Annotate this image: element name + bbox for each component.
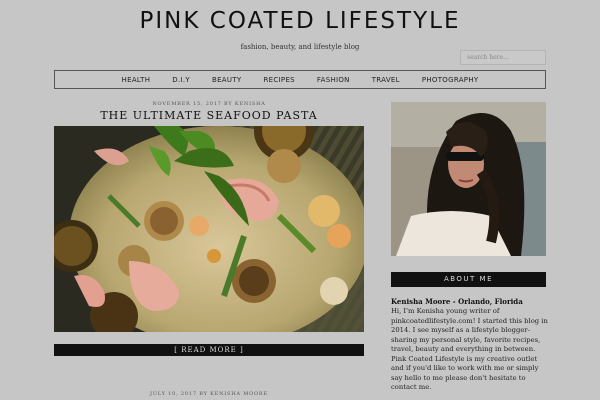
post-featured-image[interactable] xyxy=(54,126,364,332)
nav-item-photography[interactable]: PHOTOGRAPHY xyxy=(411,76,490,84)
author-portrait xyxy=(391,102,546,256)
post-meta: NOVEMBER 15, 2017 BY KENISHA xyxy=(152,101,266,107)
read-more-button[interactable]: [ READ MORE ] xyxy=(54,344,364,356)
nav-item-beauty[interactable]: BEAUTY xyxy=(201,76,253,84)
about-me-text: Hi, I'm Kenisha young writer of pinkcoat… xyxy=(391,307,548,391)
portrait-image xyxy=(391,102,546,256)
nav-item-fashion[interactable]: FASHION xyxy=(306,76,361,84)
post-title[interactable]: THE ULTIMATE SEAFOOD PASTA xyxy=(54,109,364,122)
post-meta: JULY 10, 2017 BY KENISHA MOORE xyxy=(150,391,268,397)
about-author-name: Kenisha Moore - Orlando, Florida xyxy=(391,297,523,306)
site-title[interactable]: PINK COATED LIFESTYLE xyxy=(0,8,600,34)
about-me-heading: ABOUT ME xyxy=(391,272,546,287)
main-nav: HEALTH D.I.Y BEAUTY RECIPES FASHION TRAV… xyxy=(54,70,546,89)
search-input[interactable] xyxy=(460,50,546,65)
nav-item-health[interactable]: HEALTH xyxy=(111,76,162,84)
nav-item-travel[interactable]: TRAVEL xyxy=(361,76,411,84)
seafood-pasta-image xyxy=(54,126,364,332)
nav-item-diy[interactable]: D.I.Y xyxy=(161,76,201,84)
nav-item-recipes[interactable]: RECIPES xyxy=(252,76,305,84)
